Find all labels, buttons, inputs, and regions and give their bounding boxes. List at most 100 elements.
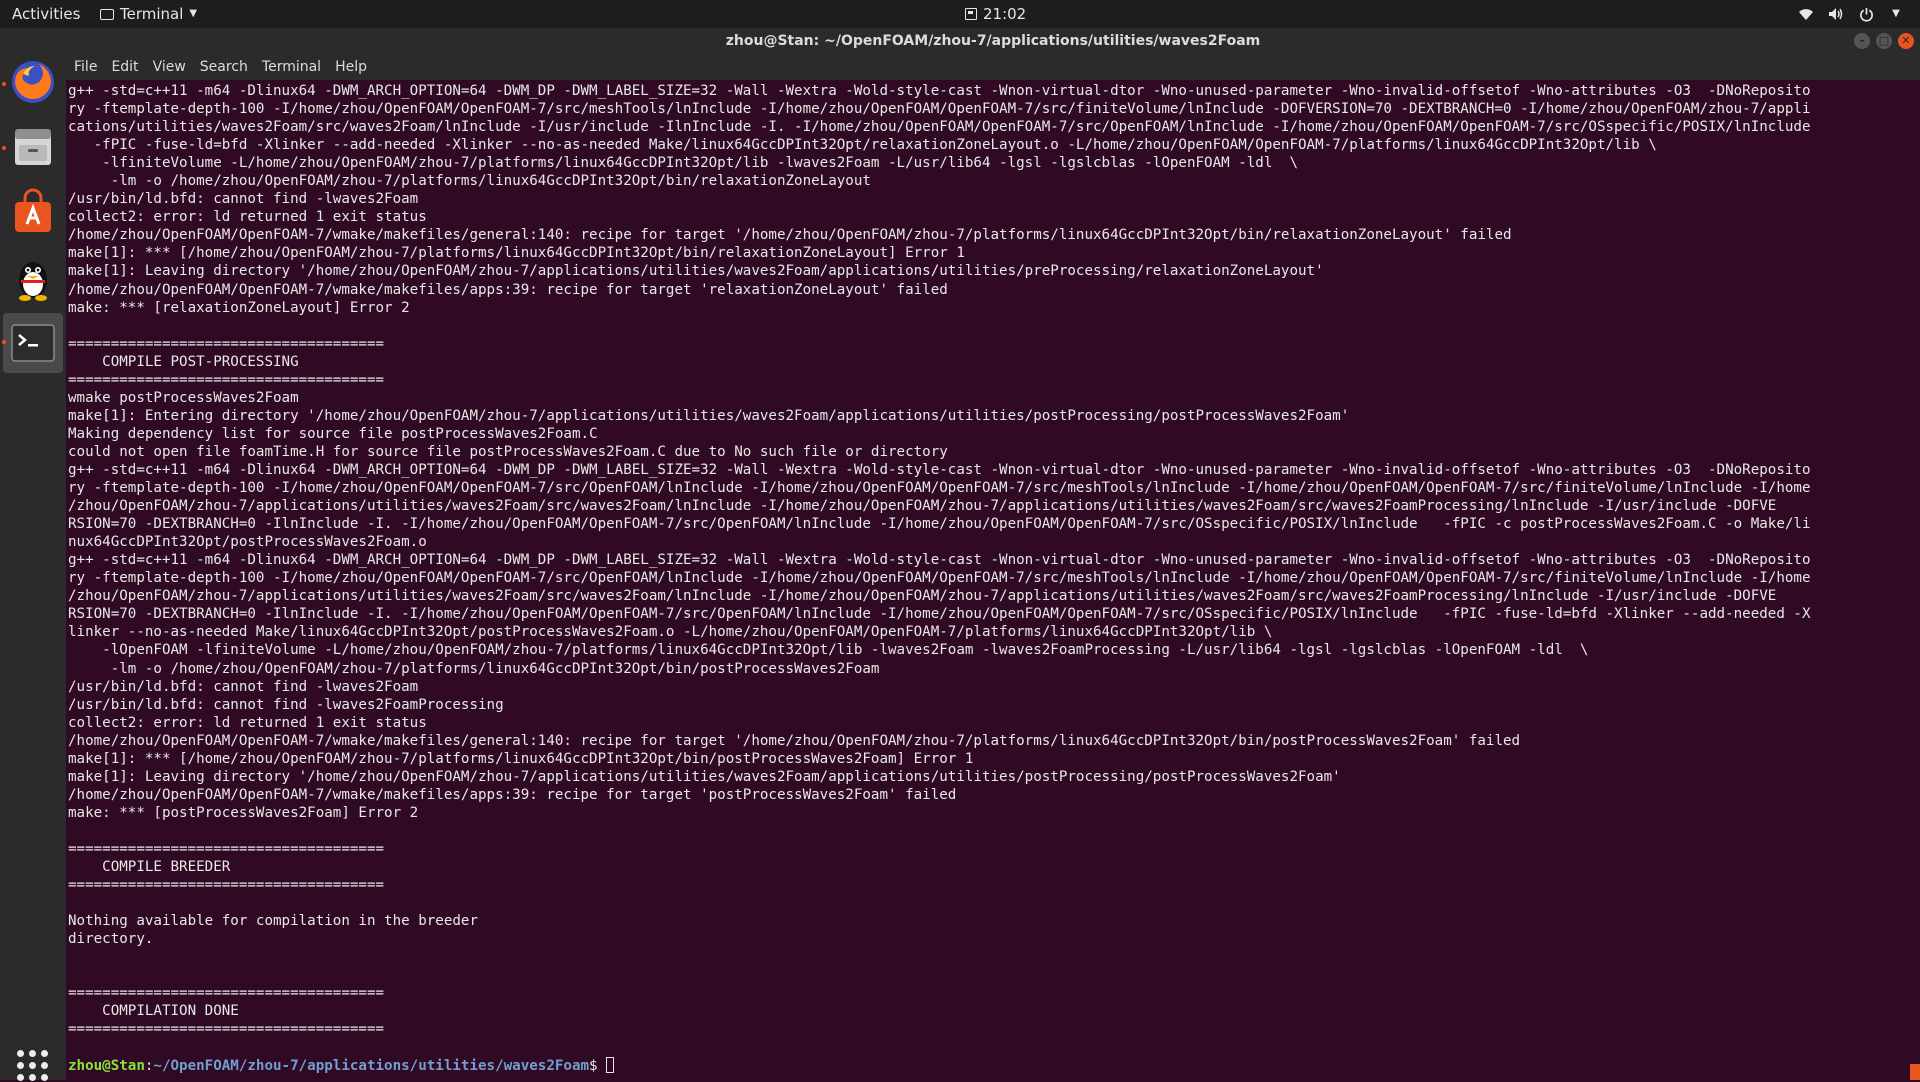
terminal-line: Making dependency list for source file p…	[68, 425, 598, 442]
terminal-line: wmake postProcessWaves2Foam	[68, 389, 299, 406]
terminal-line: linker --no-as-needed Make/linux64GccDPI…	[68, 624, 1273, 641]
power-icon[interactable]	[1858, 6, 1874, 22]
terminal-line: -fPIC -fuse-ld=bfd -Xlinker --add-needed…	[68, 137, 1657, 154]
minimize-icon[interactable]: –	[1854, 33, 1870, 49]
menu-search[interactable]: Search	[200, 54, 248, 80]
terminal-line: -lOpenFOAM -lfiniteVolume -L/home/zhou/O…	[68, 642, 1589, 659]
close-icon[interactable]: ✕	[1898, 33, 1914, 49]
shopping-bag-icon	[15, 188, 51, 232]
volume-icon[interactable]	[1828, 6, 1844, 22]
terminal-icon	[100, 8, 114, 20]
terminal-line: COMPILATION DONE	[68, 1003, 239, 1020]
window-titlebar[interactable]: zhou@Stan: ~/OpenFOAM/zhou-7/application…	[66, 28, 1920, 54]
dock-qq[interactable]	[9, 254, 57, 302]
menu-file[interactable]: File	[74, 54, 97, 80]
prompt-path: ~/OpenFOAM/zhou-7/applications/utilities…	[153, 1057, 590, 1074]
terminal-line: g++ -std=c++11 -m64 -Dlinux64 -DWM_ARCH_…	[68, 83, 1811, 99]
menu-bar: File Edit View Search Terminal Help	[66, 54, 1920, 80]
terminal-line: /home/zhou/OpenFOAM/OpenFOAM-7/wmake/mak…	[68, 227, 1512, 244]
app-menu-label: Terminal	[120, 5, 184, 23]
terminal-line: -lfiniteVolume -L/home/zhou/OpenFOAM/zho…	[68, 155, 1298, 172]
file-cabinet-icon	[15, 129, 51, 165]
terminal-window: zhou@Stan: ~/OpenFOAM/zhou-7/application…	[66, 28, 1920, 1080]
terminal-line: /usr/bin/ld.bfd: cannot find -lwaves2Foa…	[68, 696, 504, 713]
prompt-user: zhou@Stan	[68, 1057, 145, 1074]
terminal-line: /home/zhou/OpenFOAM/OpenFOAM-7/wmake/mak…	[68, 281, 948, 298]
terminal-line: make: *** [relaxationZoneLayout] Error 2	[68, 299, 410, 316]
terminal-line: =====================================	[68, 335, 385, 352]
terminal-line: nux64GccDPInt32Opt/postProcessWaves2Foam…	[68, 534, 427, 551]
terminal-line: cations/utilities/waves2Foam/src/waves2F…	[68, 119, 1811, 136]
window-title: zhou@Stan: ~/OpenFOAM/zhou-7/application…	[725, 33, 1261, 49]
terminal-line: /zhou/OpenFOAM/zhou-7/applications/utili…	[68, 588, 1777, 605]
terminal-line: /home/zhou/OpenFOAM/OpenFOAM-7/wmake/mak…	[68, 786, 957, 803]
dock-software[interactable]	[9, 188, 57, 236]
activities-button[interactable]: Activities	[12, 0, 80, 28]
prompt-symbol: $	[589, 1057, 607, 1074]
terminal-line: make: *** [postProcessWaves2Foam] Error …	[68, 804, 419, 821]
system-tray[interactable]: ▼	[1798, 0, 1904, 28]
prompt-line[interactable]: zhou@Stan:~/OpenFOAM/zhou-7/applications…	[68, 1056, 1908, 1075]
terminal-line: /home/zhou/OpenFOAM/OpenFOAM-7/wmake/mak…	[68, 732, 1521, 749]
dock-files[interactable]	[9, 123, 57, 171]
app-menu[interactable]: Terminal ▼	[100, 0, 197, 28]
terminal-line: make[1]: Leaving directory '/home/zhou/O…	[68, 768, 1341, 785]
chevron-down-icon: ▼	[189, 8, 198, 19]
wifi-icon[interactable]	[1798, 6, 1814, 22]
terminal-line: ry -ftemplate-depth-100 -I/home/zhou/Ope…	[68, 570, 1811, 587]
terminal-line: collect2: error: ld returned 1 exit stat…	[68, 714, 427, 731]
terminal-line: =====================================	[68, 985, 385, 1002]
text-cursor	[606, 1056, 615, 1073]
terminal-line: /usr/bin/ld.bfd: cannot find -lwaves2Foa…	[68, 678, 419, 695]
terminal-line: collect2: error: ld returned 1 exit stat…	[68, 209, 427, 226]
terminal-line: -lm -o /home/zhou/OpenFOAM/zhou-7/platfo…	[68, 173, 871, 190]
terminal-line: -lm -o /home/zhou/OpenFOAM/zhou-7/platfo…	[68, 660, 880, 677]
scrollbar-indicator[interactable]	[1910, 1064, 1920, 1080]
running-indicator	[2, 340, 6, 344]
clock[interactable]: 21:02	[965, 0, 1026, 28]
terminal-line: make[1]: Entering directory '/home/zhou/…	[68, 407, 1350, 424]
terminal-line: make[1]: *** [/home/zhou/OpenFOAM/zhou-7…	[68, 750, 974, 767]
terminal-line: ry -ftemplate-depth-100 -I/home/zhou/Ope…	[68, 480, 1811, 497]
menu-help[interactable]: Help	[335, 54, 367, 80]
clock-label: 21:02	[983, 5, 1027, 23]
dock-firefox[interactable]	[9, 58, 57, 106]
show-apps-grid-icon[interactable]	[17, 1050, 49, 1082]
maximize-icon[interactable]: □	[1876, 33, 1892, 49]
terminal-line: g++ -std=c++11 -m64 -Dlinux64 -DWM_ARCH_…	[68, 461, 1811, 478]
terminal-output[interactable]: g++ -std=c++11 -m64 -Dlinux64 -DWM_ARCH_…	[68, 82, 1908, 1080]
terminal-line: Nothing available for compilation in the…	[68, 913, 478, 930]
chevron-down-icon[interactable]: ▼	[1888, 6, 1904, 22]
firefox-icon	[12, 61, 54, 103]
top-bar: Activities Terminal ▼ 21:02 ▼	[0, 0, 1920, 28]
terminal-line: /zhou/OpenFOAM/zhou-7/applications/utili…	[68, 498, 1777, 515]
terminal-line: could not open file foamTime.H for sourc…	[68, 443, 948, 460]
terminal-icon	[11, 324, 55, 362]
running-indicator	[2, 146, 6, 150]
menu-view[interactable]: View	[153, 54, 186, 80]
penguin-icon	[19, 262, 47, 301]
terminal-line: make[1]: *** [/home/zhou/OpenFOAM/zhou-7…	[68, 245, 965, 262]
terminal-line: COMPILE BREEDER	[68, 859, 231, 876]
terminal-line: =====================================	[68, 840, 385, 857]
terminal-line: =====================================	[68, 1021, 385, 1038]
terminal-line: =====================================	[68, 371, 385, 388]
terminal-line: ry -ftemplate-depth-100 -I/home/zhou/Ope…	[68, 101, 1811, 118]
terminal-line: =====================================	[68, 877, 385, 894]
running-indicator	[2, 82, 6, 86]
dock-terminal[interactable]	[9, 319, 57, 367]
terminal-line: make[1]: Leaving directory '/home/zhou/O…	[68, 263, 1324, 280]
terminal-line: RSION=70 -DEXTBRANCH=0 -IlnInclude -I. -…	[68, 606, 1811, 623]
terminal-line: /usr/bin/ld.bfd: cannot find -lwaves2Foa…	[68, 191, 419, 208]
terminal-line: RSION=70 -DEXTBRANCH=0 -IlnInclude -I. -…	[68, 516, 1811, 533]
menu-edit[interactable]: Edit	[111, 54, 138, 80]
calendar-icon	[965, 8, 977, 20]
menu-terminal[interactable]: Terminal	[262, 54, 321, 80]
terminal-line: directory.	[68, 931, 154, 948]
